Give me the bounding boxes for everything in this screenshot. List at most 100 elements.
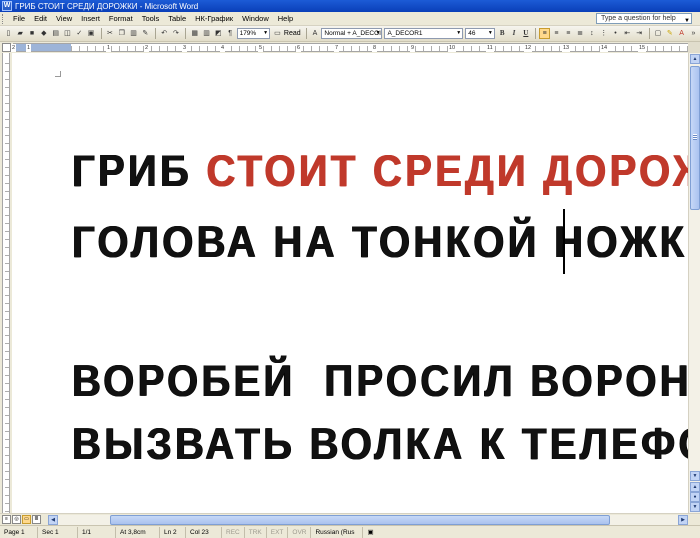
toolbar: ▯ ▰ ■ ◆ ▤ ◫ ✓ ▣ ✂ ❐ ▥ ✎ ↶ ↷ ▦ ▥ ◩ ¶ 179%… <box>0 26 700 42</box>
select-browse-object-button[interactable]: ● <box>690 492 700 502</box>
bullets-icon[interactable]: • <box>610 28 621 39</box>
insert-table-icon[interactable]: ▦ <box>189 28 200 39</box>
ruler-number: 10 <box>448 44 457 52</box>
undo-icon[interactable]: ↶ <box>159 28 170 39</box>
highlight-icon[interactable]: ✎ <box>664 28 675 39</box>
ruler-number: 2 <box>11 44 17 52</box>
open-folder-icon[interactable]: ▰ <box>15 28 26 39</box>
font-size-select[interactable]: 46 ▼ <box>465 28 495 39</box>
print-icon[interactable]: ▤ <box>50 28 61 39</box>
font-size-value: 46 <box>468 30 476 37</box>
document-area[interactable]: ГРИБ СТОИТ СРЕДИ ДОРОЖКИ ГОЛОВА НА ТОНКО… <box>12 53 688 513</box>
show-hide-icon[interactable]: ¶ <box>225 28 236 39</box>
new-document-icon[interactable]: ▯ <box>3 28 14 39</box>
ruler-number: 14 <box>600 44 609 52</box>
redo-icon[interactable]: ↷ <box>171 28 182 39</box>
web-layout-view-button[interactable]: ◎ <box>12 515 21 524</box>
next-page-button[interactable]: ▼ <box>690 502 700 512</box>
menu-table[interactable]: Table <box>164 14 191 23</box>
horizontal-scrollbar[interactable]: ◀ ▶ <box>48 515 688 525</box>
print-layout-view-button[interactable]: ▭ <box>22 515 31 524</box>
vertical-scrollbar[interactable]: ▲ ▼ ▲ ● ▼ <box>688 53 700 513</box>
menu-insert[interactable]: Insert <box>77 14 105 23</box>
vertical-ruler[interactable] <box>0 53 12 513</box>
status-ext[interactable]: EXT <box>267 526 289 538</box>
decrease-indent-icon[interactable]: ⇤ <box>622 28 633 39</box>
numbering-icon[interactable]: ⋮ <box>598 28 609 39</box>
borders-icon[interactable]: ▢ <box>653 28 664 39</box>
menu-window[interactable]: Window <box>238 14 274 23</box>
justify-icon[interactable]: ≣ <box>575 28 586 39</box>
status-section: Sec 1 <box>38 526 78 538</box>
status-bar: Page 1 Sec 1 1/1 At 3,8cm Ln 2 Col 23 RE… <box>0 525 700 538</box>
normal-view-button[interactable]: ≡ <box>2 515 11 524</box>
font-select[interactable]: A_DECOR1 ▼ <box>384 28 464 39</box>
style-select[interactable]: Normal + A_DECOI ▼ <box>321 28 383 39</box>
underline-button[interactable]: U <box>520 28 531 39</box>
status-ovr[interactable]: OVR <box>288 526 312 538</box>
print-preview-icon[interactable]: ◫ <box>62 28 73 39</box>
document-line-2[interactable]: ГОЛОВА НА ТОНКОЙ НОЖКЕ <box>72 218 688 267</box>
save-icon[interactable]: ■ <box>27 28 38 39</box>
columns-icon[interactable]: ▥ <box>201 28 212 39</box>
styles-icon[interactable]: A <box>310 28 321 39</box>
menu-view[interactable]: View <box>52 14 77 23</box>
scroll-down-button[interactable]: ▼ <box>690 471 700 481</box>
paste-icon[interactable]: ▥ <box>128 28 139 39</box>
word-app-icon[interactable]: W <box>2 1 12 11</box>
permission-icon[interactable]: ◆ <box>38 28 49 39</box>
scroll-right-button[interactable]: ▶ <box>678 515 688 525</box>
chevron-down-icon[interactable]: ▼ <box>684 17 690 23</box>
tab-selector[interactable] <box>2 43 11 52</box>
align-center-icon[interactable]: ≡ <box>551 28 562 39</box>
status-language[interactable]: Russian (Rus <box>311 526 364 538</box>
toolbar-options-icon[interactable]: » <box>688 28 699 39</box>
menu-tools[interactable]: Tools <box>138 14 165 23</box>
help-search-placeholder: Type a question for help <box>601 15 676 22</box>
menu-format[interactable]: Format <box>105 14 138 23</box>
menu-file[interactable]: File <box>9 14 30 23</box>
align-right-icon[interactable]: ≡ <box>563 28 574 39</box>
toolbar-separator <box>185 28 187 39</box>
read-icon[interactable]: ▭ <box>272 28 283 39</box>
research-icon[interactable]: ▣ <box>86 28 97 39</box>
text-red-segment: СТОИТ СРЕДИ ДОРОЖКИ <box>206 147 688 197</box>
line-spacing-icon[interactable]: ↕ <box>587 28 598 39</box>
document-line-4[interactable]: ВЫЗВАТЬ ВОЛКА К ТЕЛЕФОНУ <box>72 420 688 469</box>
read-button[interactable]: Read <box>284 30 301 37</box>
horizontal-scroll-thumb[interactable] <box>110 515 610 525</box>
ruler-number: 1 <box>26 44 32 52</box>
copy-icon[interactable]: ❐ <box>116 28 127 39</box>
document-line-3[interactable]: ВОРОБЕЙ ПРОСИЛ ВОРОНУ <box>72 357 688 406</box>
outline-view-button[interactable]: ≣ <box>32 515 41 524</box>
ruler-number: 8 <box>372 44 378 52</box>
text-cursor <box>563 209 565 274</box>
status-trk[interactable]: TRK <box>245 526 267 538</box>
menu-nk-graphic[interactable]: НК-График <box>191 14 238 23</box>
spelling-icon[interactable]: ✓ <box>74 28 85 39</box>
zoom-select[interactable]: 179% ▼ <box>236 28 271 39</box>
chevron-down-icon: ▼ <box>456 30 462 36</box>
help-search-input[interactable]: Type a question for help ▼ <box>596 13 692 24</box>
spelling-status-icon[interactable]: ▣ <box>363 527 377 538</box>
horizontal-ruler[interactable]: 1 2 1 2 3 4 5 6 7 8 9 10 11 12 13 14 15 <box>11 43 689 52</box>
menu-help[interactable]: Help <box>274 14 298 23</box>
previous-page-button[interactable]: ▲ <box>690 482 700 492</box>
cut-icon[interactable]: ✂ <box>104 28 115 39</box>
status-rec[interactable]: REC <box>222 526 245 538</box>
increase-indent-icon[interactable]: ⇥ <box>634 28 645 39</box>
format-painter-icon[interactable]: ✎ <box>140 28 151 39</box>
bold-button[interactable]: B <box>497 28 508 39</box>
vertical-scroll-thumb[interactable] <box>690 66 700 210</box>
style-value: Normal + A_DECOI <box>324 30 381 37</box>
menu-edit[interactable]: Edit <box>30 14 52 23</box>
italic-button[interactable]: I <box>509 28 520 39</box>
document-line-1[interactable]: ГРИБ СТОИТ СРЕДИ ДОРОЖКИ <box>72 147 688 196</box>
menu-grip[interactable] <box>2 13 6 24</box>
horizontal-ruler-row: 1 2 1 2 3 4 5 6 7 8 9 10 11 12 13 14 15 <box>0 42 700 53</box>
scroll-left-button[interactable]: ◀ <box>48 515 58 525</box>
scroll-up-button[interactable]: ▲ <box>690 54 700 64</box>
align-left-icon[interactable]: ≡ <box>539 28 551 39</box>
drawing-icon[interactable]: ◩ <box>213 28 224 39</box>
font-color-icon[interactable]: A <box>676 28 687 39</box>
